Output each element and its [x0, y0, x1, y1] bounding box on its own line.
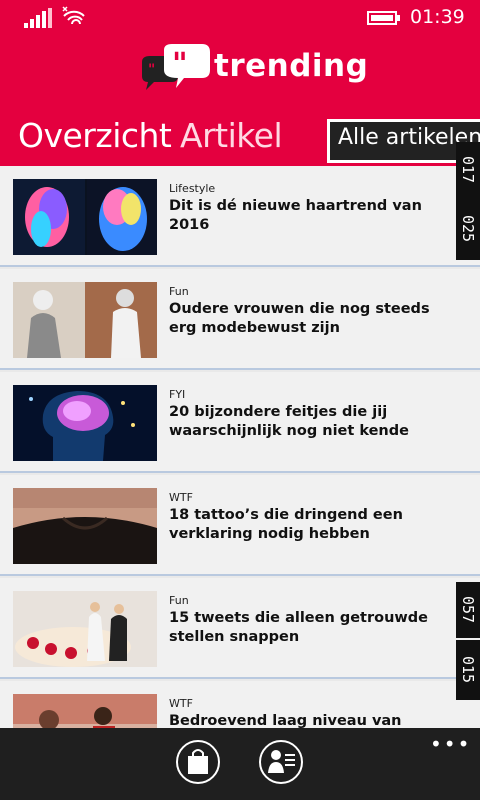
article-thumbnail [13, 282, 157, 358]
list-item[interactable]: WTF Bedroevend laag niveau van millennia… [0, 681, 480, 728]
article-category: Lifestyle [169, 182, 216, 195]
list-item[interactable]: WTF 18 tattoo’s die dringend een verklar… [0, 475, 480, 576]
speech-bubble-logo-icon: " " [142, 44, 210, 90]
more-options-button[interactable]: ••• [430, 732, 471, 756]
shopping-bag-icon [188, 749, 208, 774]
article-title: Oudere vrouwen die nog steeds erg modebe… [169, 301, 430, 336]
status-bar: 01:39 [0, 0, 480, 36]
side-counter-tag: 017 [456, 142, 480, 198]
battery-icon [367, 11, 400, 25]
article-thumbnail [13, 385, 157, 461]
header: 01:39 " " trending Overzicht Artikel All… [0, 0, 480, 166]
article-title: 20 bijzondere feitjes die jij waarschijn… [169, 404, 409, 439]
article-title: 15 tweets die alleen getrouwde stellen s… [169, 610, 429, 645]
article-category: WTF [169, 491, 193, 504]
article-title: Dit is dé nieuwe haartrend van 2016 [169, 198, 422, 233]
side-counter-tag: 015 [456, 640, 480, 700]
profile-list-button[interactable] [259, 740, 303, 784]
brand-name: trending [214, 48, 369, 84]
clock: 01:39 [410, 6, 465, 28]
article-category: Fun [169, 285, 189, 298]
article-thumbnail [13, 591, 157, 667]
svg-text:": " [148, 62, 155, 78]
pivot-tabs: Overzicht Artikel Alle artikelen [0, 112, 480, 166]
article-thumbnail [13, 179, 157, 255]
list-item[interactable]: Fun Oudere vrouwen die nog steeds erg mo… [0, 269, 480, 370]
svg-text:": " [172, 47, 188, 82]
side-counter-tag: 057 [456, 582, 480, 638]
article-category: Fun [169, 594, 189, 607]
article-list[interactable]: Lifestyle Dit is dé nieuwe haartrend van… [0, 166, 480, 728]
article-title: 18 tattoo’s die dringend een verklaring … [169, 507, 403, 542]
side-counter-tag: 025 [456, 198, 480, 260]
list-item[interactable]: Lifestyle Dit is dé nieuwe haartrend van… [0, 166, 480, 267]
brand-logo: " " trending [138, 44, 368, 96]
tab-artikel[interactable]: Artikel [180, 116, 283, 155]
person-list-icon [268, 750, 295, 773]
wifi-icon [62, 6, 85, 25]
list-item[interactable]: Fun 15 tweets die alleen getrouwde stell… [0, 578, 480, 679]
article-title: Bedroevend laag niveau van millennials [169, 713, 402, 728]
article-category: WTF [169, 697, 193, 710]
article-category: FYI [169, 388, 186, 401]
tab-overzicht[interactable]: Overzicht [18, 116, 172, 155]
list-item[interactable]: FYI 20 bijzondere feitjes die jij waarsc… [0, 372, 480, 473]
shop-bag-button[interactable] [176, 740, 220, 784]
signal-strength-icon [24, 8, 52, 28]
app-bar: ••• [0, 728, 480, 800]
article-thumbnail [13, 694, 157, 728]
article-thumbnail [13, 488, 157, 564]
